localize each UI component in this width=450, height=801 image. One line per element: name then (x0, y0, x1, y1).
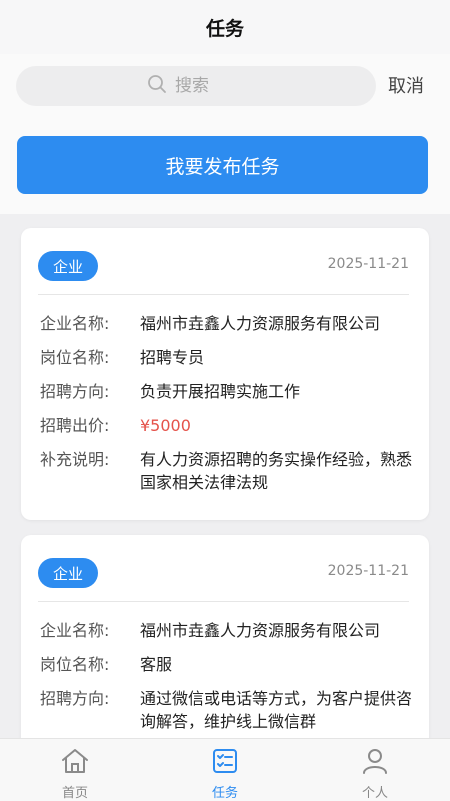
position-value: 招聘专员 (140, 348, 205, 367)
direction-row: 招聘方向: 通过微信或电话等方式，为客户提供咨询解答，维护线上微信群 (40, 687, 415, 733)
company-value: 福州市垚鑫人力资源服务有限公司 (140, 314, 381, 333)
bottom-tab-bar: 首页 任务 个人 (0, 738, 450, 801)
direction-row: 招聘方向: 负责开展招聘实施工作 (40, 380, 415, 403)
direction-value: 通过微信或电话等方式，为客户提供咨询解答，维护线上微信群 (140, 689, 413, 731)
price-value: ¥5000 (140, 416, 191, 435)
company-label: 企业名称: (40, 314, 110, 333)
price-row: 招聘出价: ¥5000 (40, 414, 415, 437)
position-label: 岗位名称: (40, 348, 110, 367)
publish-task-button[interactable]: 我要发布任务 (17, 136, 428, 194)
page-title: 任务 (205, 17, 244, 40)
divider (38, 294, 409, 295)
tab-tasks[interactable]: 任务 (150, 739, 300, 801)
tab-home[interactable]: 首页 (0, 739, 150, 801)
search-box[interactable] (16, 66, 376, 106)
company-value: 福州市垚鑫人力资源服务有限公司 (140, 621, 381, 640)
position-value: 客服 (140, 655, 173, 674)
post-date: 2025-11-21 (327, 256, 409, 272)
company-row: 企业名称: 福州市垚鑫人力资源服务有限公司 (40, 619, 415, 642)
type-badge: 企业 (38, 251, 98, 281)
note-row: 补充说明: 有人力资源招聘的务实操作经验，熟悉国家相关法律法规 (40, 448, 415, 494)
task-list-icon (211, 747, 239, 779)
task-card[interactable]: 企业 2025-11-21 企业名称: 福州市垚鑫人力资源服务有限公司 岗位名称… (21, 535, 429, 755)
company-row: 企业名称: 福州市垚鑫人力资源服务有限公司 (40, 312, 415, 335)
cancel-button[interactable]: 取消 (388, 72, 424, 98)
user-icon (361, 747, 389, 779)
search-icon (147, 74, 167, 98)
note-label: 补充说明: (40, 450, 110, 469)
direction-label: 招聘方向: (40, 382, 110, 401)
search-input[interactable] (175, 76, 245, 96)
home-icon (60, 747, 90, 779)
divider (38, 601, 409, 602)
position-row: 岗位名称: 招聘专员 (40, 346, 415, 369)
position-row: 岗位名称: 客服 (40, 653, 415, 676)
tab-tasks-label: 任务 (211, 786, 238, 801)
note-value: 有人力资源招聘的务实操作经验，熟悉国家相关法律法规 (140, 450, 413, 492)
tab-home-label: 首页 (61, 786, 88, 801)
post-date: 2025-11-21 (327, 563, 409, 579)
company-label: 企业名称: (40, 621, 110, 640)
header-bar: 任务 (0, 0, 450, 54)
search-area: 取消 我要发布任务 (0, 54, 450, 214)
position-label: 岗位名称: (40, 655, 110, 674)
direction-value: 负责开展招聘实施工作 (140, 382, 301, 401)
price-label: 招聘出价: (40, 416, 110, 435)
direction-label: 招聘方向: (40, 689, 110, 708)
tab-profile-label: 个人 (361, 786, 388, 801)
tab-profile[interactable]: 个人 (300, 739, 450, 801)
type-badge: 企业 (38, 558, 98, 588)
task-card[interactable]: 企业 2025-11-21 企业名称: 福州市垚鑫人力资源服务有限公司 岗位名称… (21, 228, 429, 520)
